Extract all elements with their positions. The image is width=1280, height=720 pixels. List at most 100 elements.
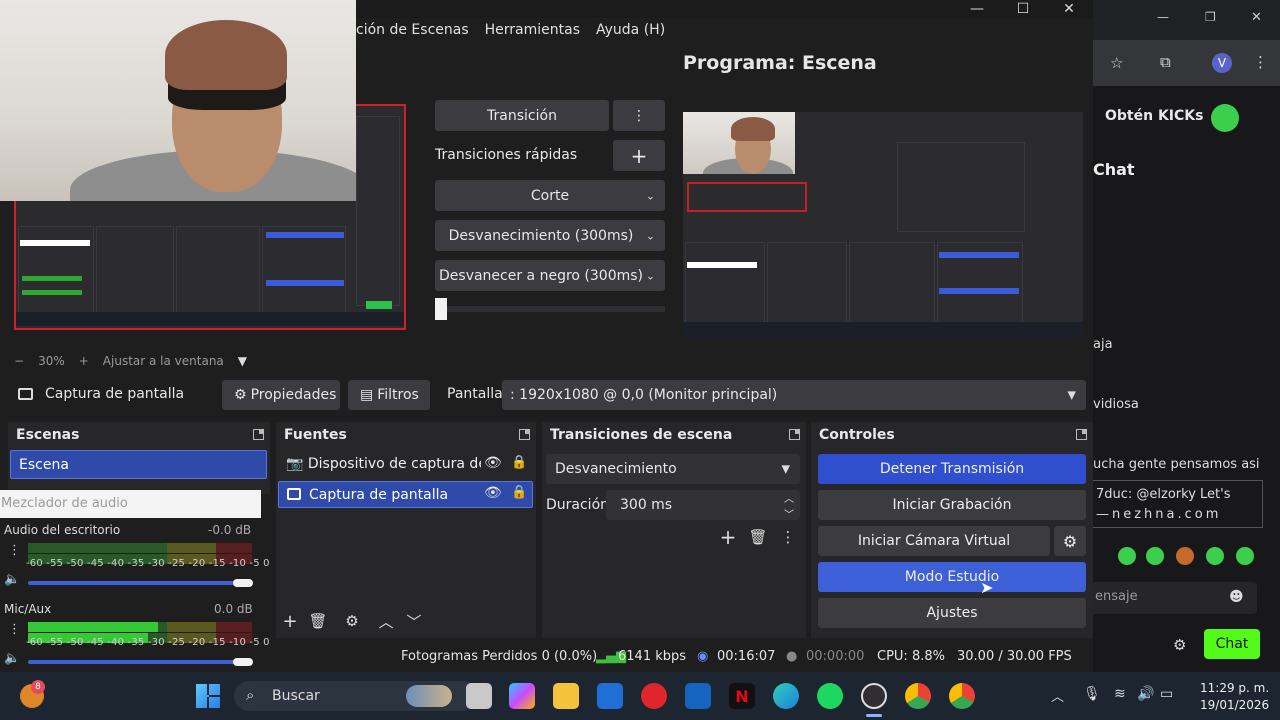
clock-date[interactable]: 19/01/2026 (1200, 698, 1269, 712)
audio-channel-name: Audio del escritorio (4, 523, 121, 537)
studio-mode-button[interactable]: Modo Estudio (818, 562, 1086, 592)
filters-button[interactable]: ▤ Filtros (348, 380, 430, 410)
avatar[interactable]: V (1212, 53, 1232, 73)
menu-help[interactable]: Ayuda (H) (596, 22, 665, 48)
extensions-icon[interactable]: ⧉ (1160, 53, 1171, 71)
close-button[interactable]: ✕ (1046, 0, 1092, 18)
emote-icon[interactable] (1146, 547, 1164, 565)
undock-icon[interactable] (1076, 429, 1087, 440)
menu-tools[interactable]: Herramientas (485, 22, 580, 48)
chevron-up-icon[interactable]: ︿ (784, 490, 794, 505)
copilot-icon[interactable] (509, 683, 535, 709)
edge-icon[interactable] (773, 683, 799, 709)
chrome-profile-icon[interactable] (949, 683, 975, 709)
program-title: Programa: Escena (683, 52, 877, 74)
undock-icon[interactable] (789, 429, 800, 440)
scene-item[interactable]: Escena (10, 450, 267, 479)
gear-icon[interactable]: ⚙ (1054, 526, 1086, 556)
taskbar-search[interactable]: ⌕ Buscar (234, 681, 478, 711)
gear-icon[interactable]: ⚙ (344, 612, 360, 630)
speaker-icon[interactable]: 🔈 (4, 572, 20, 587)
stop-streaming-button[interactable]: Detener Transmisión (818, 454, 1086, 484)
properties-label: Propiedades (250, 387, 337, 403)
volume-icon[interactable]: 🔊 (1137, 686, 1154, 702)
settings-button[interactable]: Ajustes (818, 598, 1086, 628)
wifi-icon[interactable]: ≋ (1114, 686, 1126, 702)
volume-knob[interactable] (233, 579, 253, 587)
eye-icon[interactable]: 👁 (484, 485, 502, 501)
maximize-button[interactable]: ☐ (1000, 0, 1046, 18)
clock-time[interactable]: 11:29 p. m. (1200, 681, 1269, 695)
minimize-button[interactable]: — (1157, 10, 1169, 24)
t-bar-handle[interactable] (435, 298, 447, 320)
chevron-down-icon[interactable]: ▼ (238, 354, 247, 368)
more-options-icon[interactable]: ⋮ (8, 543, 21, 558)
chevron-up-icon[interactable]: ︿ (1051, 686, 1064, 705)
chevron-down-icon[interactable]: ﹀ (784, 506, 794, 521)
more-options-icon[interactable]: ⋮ (1253, 53, 1268, 71)
obs-icon[interactable] (861, 683, 887, 709)
fit-to-window-button[interactable]: Ajustar a la ventana (103, 354, 224, 368)
zoom-out-button[interactable]: − (14, 354, 24, 368)
add-icon[interactable]: + (282, 611, 298, 632)
netflix-icon[interactable]: N (729, 683, 755, 709)
undock-icon[interactable] (253, 429, 264, 440)
microphone-icon[interactable]: 🎙 (1083, 686, 1101, 702)
audio-channel-db: 0.0 dB (214, 602, 253, 616)
file-explorer-icon[interactable] (553, 683, 579, 709)
lock-icon[interactable]: 🔒 (511, 455, 527, 470)
more-options-icon[interactable]: ⋮ (613, 100, 665, 131)
start-recording-button[interactable]: Iniciar Grabación (818, 490, 1086, 520)
volume-slider[interactable] (28, 581, 244, 585)
emote-icon[interactable] (1236, 547, 1254, 565)
audio-mixer-title: Mezclador de audio (0, 490, 261, 518)
close-button[interactable]: ✕ (1251, 10, 1262, 25)
transition-select[interactable]: Desvanecimiento ▼ (546, 454, 800, 484)
chevron-down-icon: ⌄ (645, 189, 655, 202)
outlook-classic-icon[interactable] (685, 683, 711, 709)
chrome-icon[interactable] (905, 683, 931, 709)
quick-transition-fade-black[interactable]: Desvanecer a negro (300ms) ⌄ (435, 260, 665, 291)
quick-transition-cut[interactable]: Corte ⌄ (435, 180, 665, 211)
outlook-icon[interactable] (597, 683, 623, 709)
virtual-camera-button[interactable]: Iniciar Cámara Virtual (818, 526, 1050, 556)
minimize-button[interactable]: — (954, 0, 1000, 18)
emote-icon[interactable] (1118, 547, 1136, 565)
chat-message: aja (1093, 337, 1113, 352)
more-options-icon[interactable]: ⋮ (8, 622, 21, 637)
battery-icon[interactable]: ▭ (1160, 686, 1173, 702)
add-icon[interactable]: + (720, 525, 737, 549)
trash-icon[interactable]: 🗑 (308, 612, 327, 630)
emote-icon[interactable] (1176, 547, 1194, 565)
gear-icon[interactable]: ⚙ (1173, 636, 1186, 654)
screen-select[interactable]: : 1920x1080 @ 0,0 (Monitor principal) ▼ (502, 380, 1086, 410)
undock-icon[interactable] (519, 429, 530, 440)
trash-icon[interactable]: 🗑 (748, 528, 767, 546)
chevron-up-icon[interactable]: ︿ (378, 612, 394, 631)
transition-button[interactable]: Transición (435, 100, 609, 131)
restore-button[interactable]: ❐ (1205, 10, 1216, 24)
task-view-icon[interactable] (466, 683, 492, 709)
more-options-icon[interactable]: ⋮ (780, 528, 796, 546)
eye-icon[interactable]: 👁 (484, 455, 502, 471)
quick-transition-fade[interactable]: Desvanecimiento (300ms) ⌄ (435, 220, 665, 251)
chat-send-button[interactable]: Chat (1204, 629, 1260, 659)
quick-transition-label: Desvanecimiento (300ms) (448, 227, 634, 244)
menu-scene-collection[interactable]: ción de Escenas (356, 22, 469, 48)
emote-icon[interactable] (1206, 547, 1224, 565)
zoom-in-button[interactable]: + (79, 354, 89, 368)
lock-icon[interactable]: 🔒 (511, 485, 527, 500)
add-quick-transition-button[interactable]: + (613, 140, 665, 171)
properties-button[interactable]: ⚙ Propiedades (222, 380, 340, 410)
duration-input[interactable]: 300 ms (606, 490, 800, 520)
t-bar-track[interactable] (435, 306, 665, 312)
chevron-down-icon[interactable]: ﹀ (406, 612, 422, 631)
youtube-icon[interactable] (641, 683, 667, 709)
star-icon[interactable]: ☆ (1110, 54, 1123, 72)
kicks-link[interactable]: Obtén KICKs (1105, 108, 1203, 124)
source-item[interactable]: 📷 Dispositivo de captura de vic (286, 456, 481, 472)
spotify-icon[interactable] (817, 683, 843, 709)
zoom-level: 30% (38, 354, 65, 368)
emoji-icon[interactable]: ☻ (1229, 589, 1244, 605)
quick-transitions-label: Transiciones rápidas (435, 147, 578, 163)
